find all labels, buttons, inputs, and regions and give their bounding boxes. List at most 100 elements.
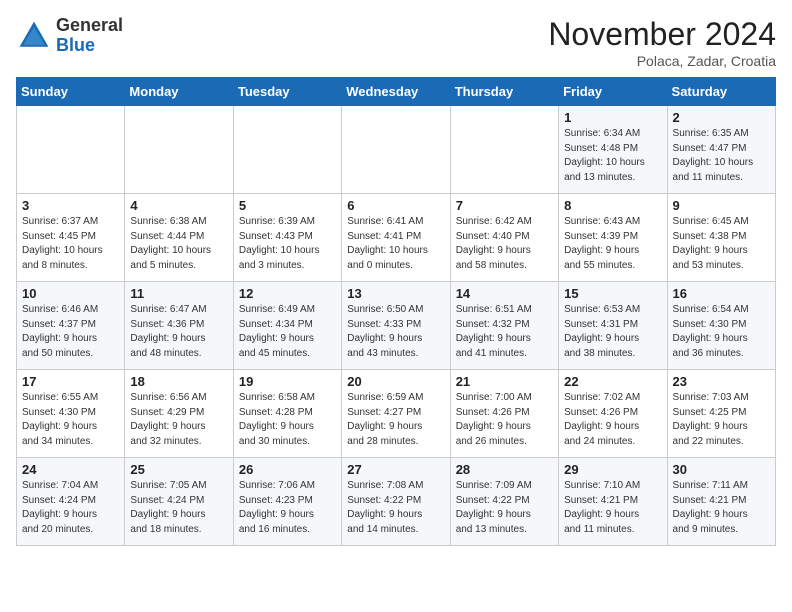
day-number: 24 <box>22 462 119 477</box>
calendar-cell: 2Sunrise: 6:35 AM Sunset: 4:47 PM Daylig… <box>667 106 775 194</box>
calendar-cell: 20 Sunrise: 6:59 AM Sunset: 4:27 PM Dayli… <box>342 370 450 458</box>
day-number: 19 <box>239 374 336 389</box>
day-info: Sunrise: 7:02 AM Sunset: 4:26 PM Dayligh… <box>564 391 661 449</box>
calendar-week-row: 1 Sunrise: 6:34 AM Sunset: 4:48 PM Daylig… <box>17 106 776 194</box>
day-info: Sunrise: 6:35 AM Sunset: 4:47 PM Dayligh… <box>673 127 770 185</box>
calendar-cell: 3 Sunrise: 6:37 AM Sunset: 4:45 PM Daylig… <box>17 194 125 282</box>
day-of-week-header: Monday <box>125 78 233 106</box>
calendar-cell: 25 Sunrise: 7:05 AM Sunset: 4:24 PM Dayli… <box>125 458 233 546</box>
calendar-cell: 8 Sunrise: 6:43 AM Sunset: 4:39 PM Daylig… <box>559 194 667 282</box>
calendar-week-row: 24 Sunrise: 7:04 AM Sunset: 4:24 PM Dayli… <box>17 458 776 546</box>
day-number: 23 <box>673 374 770 389</box>
calendar-cell: 14 Sunrise: 6:51 AM Sunset: 4:32 PM Dayli… <box>450 282 558 370</box>
day-number: 8 <box>564 198 661 213</box>
day-info: Sunrise: 6:50 AM Sunset: 4:33 PM Dayligh… <box>347 303 444 361</box>
day-number: 9 <box>673 198 770 213</box>
day-info: Sunrise: 6:39 AM Sunset: 4:43 PM Dayligh… <box>239 215 336 273</box>
day-number: 17 <box>22 374 119 389</box>
day-number: 16 <box>673 286 770 301</box>
calendar-cell: 28Sunrise: 7:09 AM Sunset: 4:22 PM Dayli… <box>450 458 558 546</box>
day-number: 20 <box>347 374 444 389</box>
calendar-cell: 26Sunrise: 7:06 AM Sunset: 4:23 PM Dayli… <box>233 458 341 546</box>
day-number: 11 <box>130 286 227 301</box>
calendar-cell: 23 Sunrise: 7:03 AM Sunset: 4:25 PM Dayli… <box>667 370 775 458</box>
day-number: 30 <box>673 462 770 477</box>
day-info: Sunrise: 7:09 AM Sunset: 4:22 PM Dayligh… <box>456 479 553 537</box>
day-info: Sunrise: 6:51 AM Sunset: 4:32 PM Dayligh… <box>456 303 553 361</box>
day-of-week-header: Saturday <box>667 78 775 106</box>
day-number: 21 <box>456 374 553 389</box>
day-info: Sunrise: 6:58 AM Sunset: 4:28 PM Dayligh… <box>239 391 336 449</box>
day-info: Sunrise: 6:37 AM Sunset: 4:45 PM Dayligh… <box>22 215 119 273</box>
logo-blue-text: Blue <box>56 35 95 55</box>
day-number: 10 <box>22 286 119 301</box>
calendar-cell <box>342 106 450 194</box>
calendar-cell: 12 Sunrise: 6:49 AM Sunset: 4:34 PM Dayli… <box>233 282 341 370</box>
calendar-cell <box>17 106 125 194</box>
location: Polaca, Zadar, Croatia <box>548 53 776 69</box>
day-info: Sunrise: 6:59 AM Sunset: 4:27 PM Dayligh… <box>347 391 444 449</box>
calendar-cell: 6 Sunrise: 6:41 AM Sunset: 4:41 PM Daylig… <box>342 194 450 282</box>
calendar-cell: 22 Sunrise: 7:02 AM Sunset: 4:26 PM Dayli… <box>559 370 667 458</box>
calendar-cell: 4 Sunrise: 6:38 AM Sunset: 4:44 PM Daylig… <box>125 194 233 282</box>
day-info: Sunrise: 6:54 AM Sunset: 4:30 PM Dayligh… <box>673 303 770 361</box>
day-info: Sunrise: 6:38 AM Sunset: 4:44 PM Dayligh… <box>130 215 227 273</box>
day-number: 7 <box>456 198 553 213</box>
month-title: November 2024 <box>548 16 776 53</box>
calendar-cell: 13Sunrise: 6:50 AM Sunset: 4:33 PM Dayli… <box>342 282 450 370</box>
day-number: 12 <box>239 286 336 301</box>
day-info: Sunrise: 6:34 AM Sunset: 4:48 PM Dayligh… <box>564 127 661 185</box>
day-number: 27 <box>347 462 444 477</box>
day-info: Sunrise: 6:46 AM Sunset: 4:37 PM Dayligh… <box>22 303 119 361</box>
calendar-cell: 27 Sunrise: 7:08 AM Sunset: 4:22 PM Dayli… <box>342 458 450 546</box>
calendar-table: SundayMondayTuesdayWednesdayThursdayFrid… <box>16 77 776 546</box>
calendar-cell: 9Sunrise: 6:45 AM Sunset: 4:38 PM Daylig… <box>667 194 775 282</box>
calendar-week-row: 17Sunrise: 6:55 AM Sunset: 4:30 PM Dayli… <box>17 370 776 458</box>
day-of-week-header: Sunday <box>17 78 125 106</box>
calendar-week-row: 3 Sunrise: 6:37 AM Sunset: 4:45 PM Daylig… <box>17 194 776 282</box>
day-info: Sunrise: 7:11 AM Sunset: 4:21 PM Dayligh… <box>673 479 770 537</box>
day-number: 18 <box>130 374 227 389</box>
calendar-cell: 29 Sunrise: 7:10 AM Sunset: 4:21 PM Dayli… <box>559 458 667 546</box>
calendar-cell: 1 Sunrise: 6:34 AM Sunset: 4:48 PM Daylig… <box>559 106 667 194</box>
page-header: General Blue November 2024 Polaca, Zadar… <box>16 16 776 69</box>
day-number: 6 <box>347 198 444 213</box>
calendar-cell <box>233 106 341 194</box>
calendar-cell: 18 Sunrise: 6:56 AM Sunset: 4:29 PM Dayli… <box>125 370 233 458</box>
day-info: Sunrise: 7:10 AM Sunset: 4:21 PM Dayligh… <box>564 479 661 537</box>
day-number: 29 <box>564 462 661 477</box>
day-of-week-header: Wednesday <box>342 78 450 106</box>
day-number: 22 <box>564 374 661 389</box>
logo-icon <box>16 18 52 54</box>
day-info: Sunrise: 6:43 AM Sunset: 4:39 PM Dayligh… <box>564 215 661 273</box>
calendar-body: 1 Sunrise: 6:34 AM Sunset: 4:48 PM Daylig… <box>17 106 776 546</box>
calendar-cell <box>450 106 558 194</box>
day-info: Sunrise: 6:49 AM Sunset: 4:34 PM Dayligh… <box>239 303 336 361</box>
day-number: 1 <box>564 110 661 125</box>
day-info: Sunrise: 7:04 AM Sunset: 4:24 PM Dayligh… <box>22 479 119 537</box>
day-number: 15 <box>564 286 661 301</box>
day-number: 3 <box>22 198 119 213</box>
calendar-cell: 19 Sunrise: 6:58 AM Sunset: 4:28 PM Dayli… <box>233 370 341 458</box>
logo: General Blue <box>16 16 123 56</box>
calendar-cell: 15Sunrise: 6:53 AM Sunset: 4:31 PM Dayli… <box>559 282 667 370</box>
day-number: 26 <box>239 462 336 477</box>
day-info: Sunrise: 6:56 AM Sunset: 4:29 PM Dayligh… <box>130 391 227 449</box>
day-info: Sunrise: 7:08 AM Sunset: 4:22 PM Dayligh… <box>347 479 444 537</box>
day-info: Sunrise: 7:05 AM Sunset: 4:24 PM Dayligh… <box>130 479 227 537</box>
calendar-header-row: SundayMondayTuesdayWednesdayThursdayFrid… <box>17 78 776 106</box>
calendar-cell: 24 Sunrise: 7:04 AM Sunset: 4:24 PM Dayli… <box>17 458 125 546</box>
day-info: Sunrise: 6:41 AM Sunset: 4:41 PM Dayligh… <box>347 215 444 273</box>
day-number: 14 <box>456 286 553 301</box>
calendar-cell: 17Sunrise: 6:55 AM Sunset: 4:30 PM Dayli… <box>17 370 125 458</box>
calendar-week-row: 10 Sunrise: 6:46 AM Sunset: 4:37 PM Dayli… <box>17 282 776 370</box>
day-number: 5 <box>239 198 336 213</box>
title-block: November 2024 Polaca, Zadar, Croatia <box>548 16 776 69</box>
calendar-cell: 11Sunrise: 6:47 AM Sunset: 4:36 PM Dayli… <box>125 282 233 370</box>
day-info: Sunrise: 7:03 AM Sunset: 4:25 PM Dayligh… <box>673 391 770 449</box>
day-number: 25 <box>130 462 227 477</box>
day-of-week-header: Thursday <box>450 78 558 106</box>
calendar-cell: 5 Sunrise: 6:39 AM Sunset: 4:43 PM Daylig… <box>233 194 341 282</box>
day-of-week-header: Tuesday <box>233 78 341 106</box>
day-number: 4 <box>130 198 227 213</box>
